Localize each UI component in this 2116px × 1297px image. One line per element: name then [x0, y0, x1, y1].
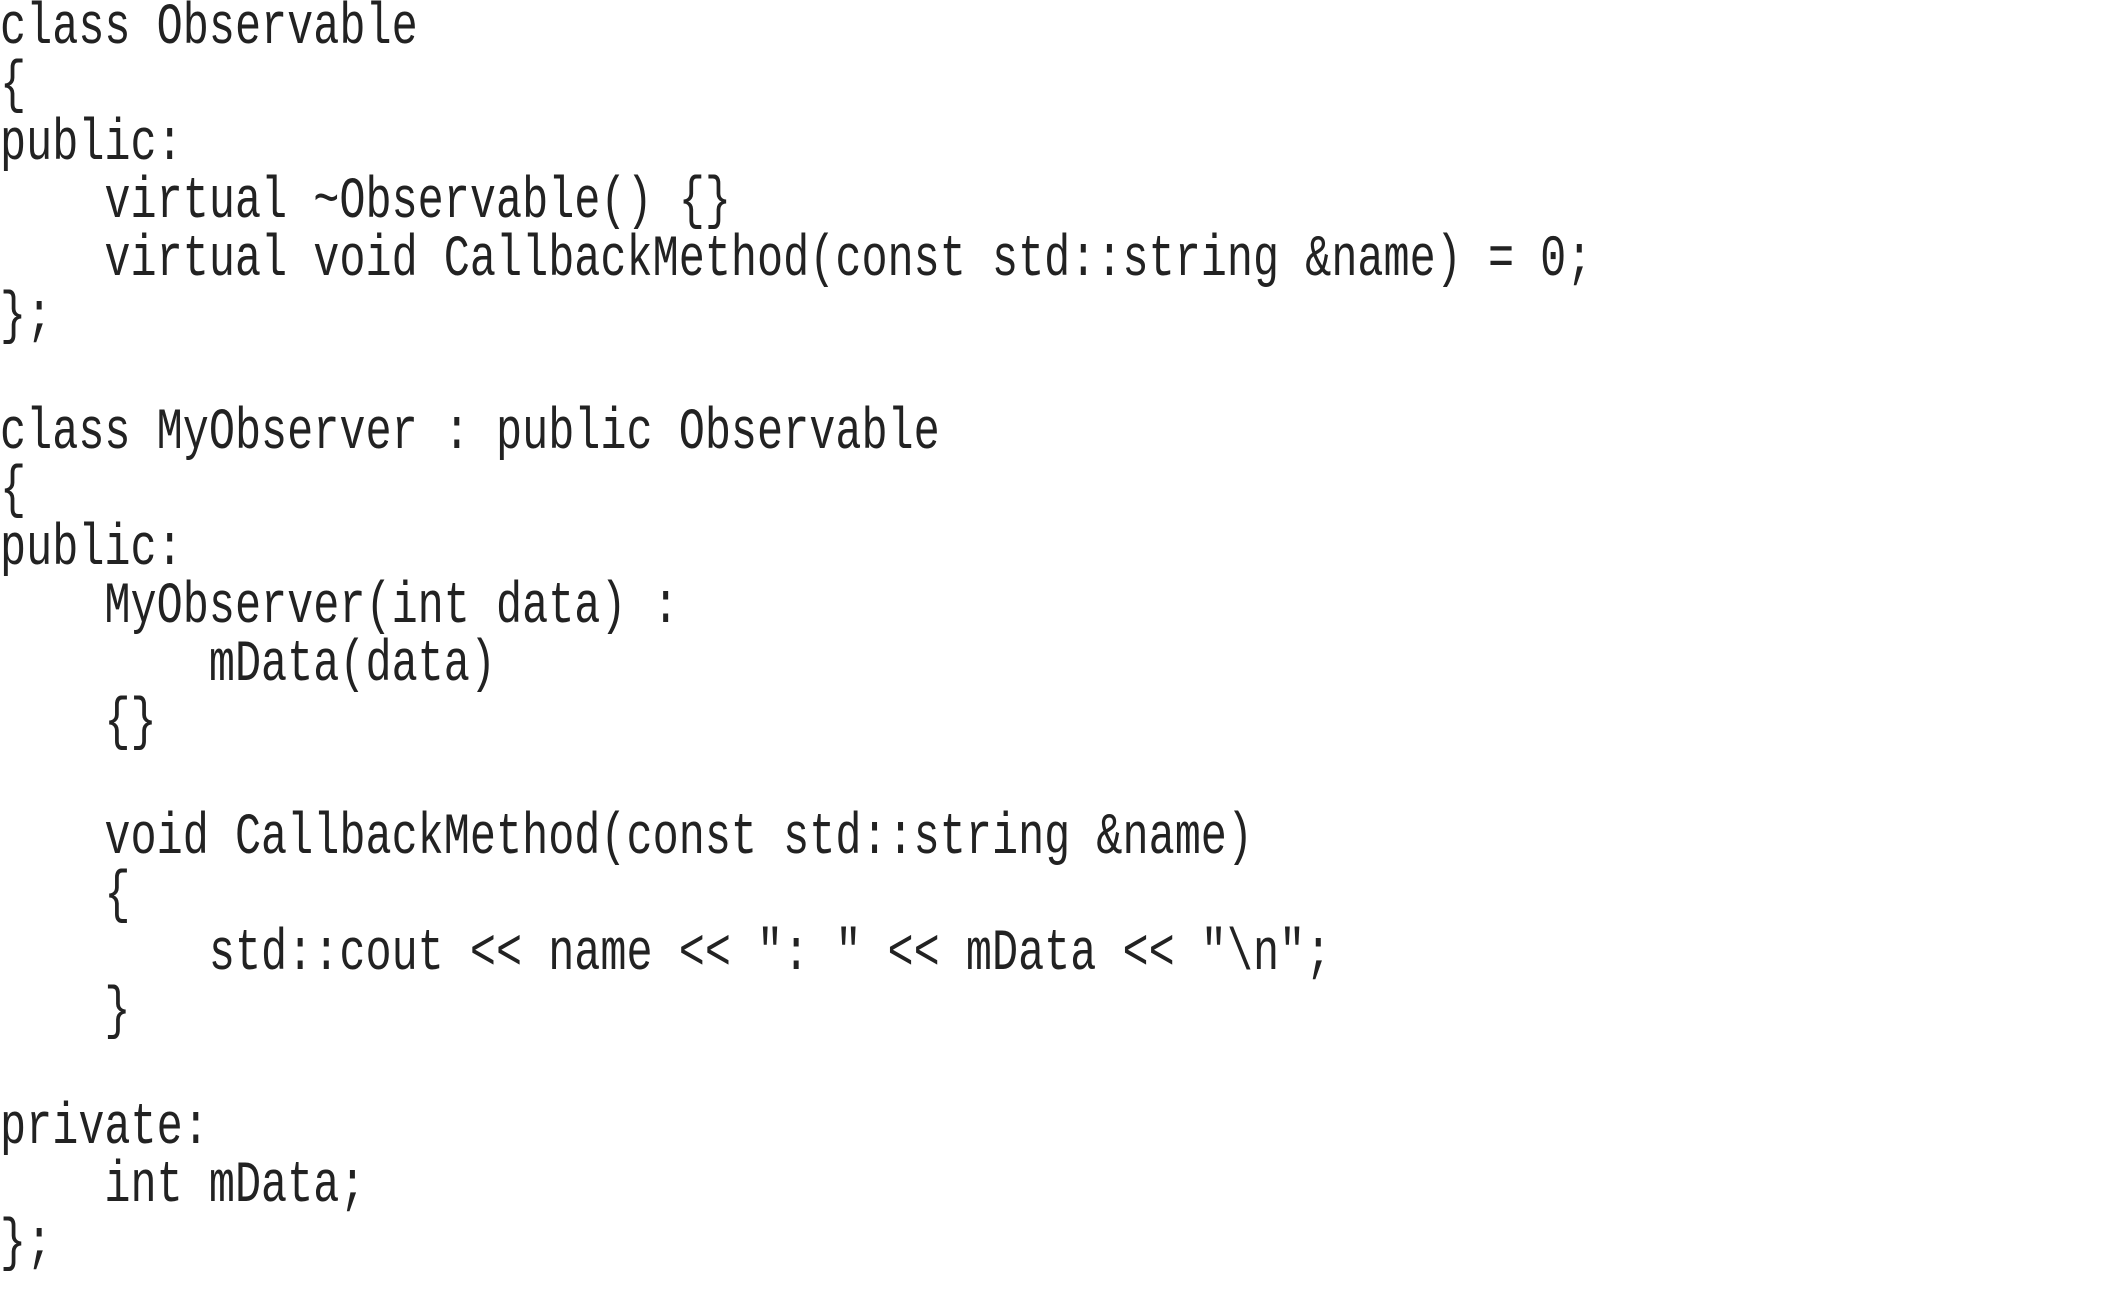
code-line-10: public: [0, 517, 183, 583]
code-line-22: }; [0, 1211, 53, 1277]
code-line-11: MyObserver(int data) : [0, 574, 679, 640]
code-line-6: }; [0, 285, 53, 351]
code-listing: class Observable{public: virtual ~Observ… [0, 0, 1593, 1297]
code-line-9: { [0, 459, 27, 525]
code-line-20: private: [0, 1095, 209, 1161]
code-line-18: } [0, 980, 131, 1046]
code-line-15: void CallbackMethod(const std::string &n… [0, 806, 1254, 872]
code-line-12: mData(data) [0, 632, 496, 698]
code-line-8: class MyObserver : public Observable [0, 401, 940, 467]
code-line-17: std::cout << name << ": " << mData << "\… [0, 922, 1332, 988]
code-line-5: virtual void CallbackMethod(const std::s… [0, 227, 1593, 293]
code-line-21: int mData; [0, 1153, 366, 1219]
code-line-3: public: [0, 111, 183, 177]
code-line-16: { [0, 864, 131, 930]
code-line-1: class Observable [0, 0, 418, 61]
code-line-13: {} [0, 690, 157, 756]
code-line-4: virtual ~Observable() {} [0, 169, 731, 235]
code-line-2: { [0, 53, 27, 119]
